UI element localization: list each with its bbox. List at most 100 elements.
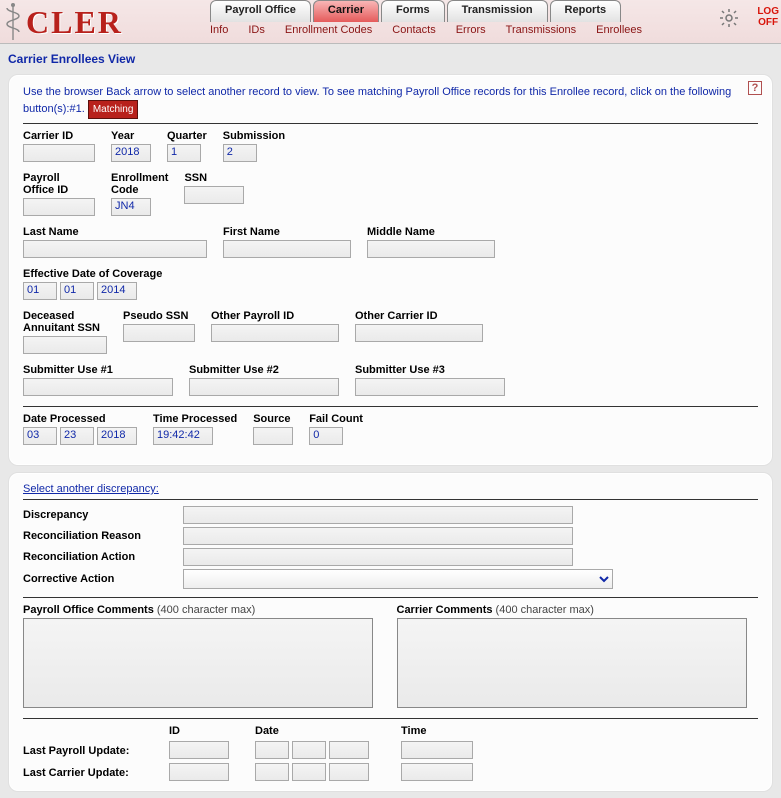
tab-forms[interactable]: Forms (381, 0, 445, 22)
dp-yyyy-field[interactable]: 2018 (97, 427, 137, 445)
source-field[interactable] (253, 427, 293, 445)
eff-yyyy-field[interactable]: 2014 (97, 282, 137, 300)
subtab-info[interactable]: Info (210, 24, 228, 36)
eff-mm-field[interactable]: 01 (23, 282, 57, 300)
lbl-last-carrier: Last Carrier Update: (23, 765, 163, 779)
sub3-field[interactable] (355, 378, 505, 396)
hdr-id: ID (169, 725, 249, 737)
tab-carrier[interactable]: Carrier (313, 0, 379, 22)
lbl-deceased-ssn: Deceased Annuitant SSN (23, 310, 107, 334)
sub1-field[interactable] (23, 378, 173, 396)
app-name: CLER (26, 4, 123, 41)
lbl-discrepancy: Discrepancy (23, 509, 183, 521)
divider (23, 406, 758, 407)
sub2-field[interactable] (189, 378, 339, 396)
tab-transmission[interactable]: Transmission (447, 0, 548, 22)
quarter-field[interactable]: 1 (167, 144, 201, 162)
rec-reason-field[interactable] (183, 527, 573, 545)
other-carrier-field[interactable] (355, 324, 483, 342)
enrollment-code-field[interactable]: JN4 (111, 198, 151, 216)
lbl-other-carrier: Other Carrier ID (355, 310, 483, 322)
carrier-id-field[interactable] (23, 144, 95, 162)
dp-dd-field[interactable]: 23 (60, 427, 94, 445)
sub-tabs: Info IDs Enrollment Codes Contacts Error… (210, 24, 642, 36)
lc-d2[interactable] (292, 763, 326, 781)
page-title: Carrier Enrollees View (0, 44, 781, 68)
lp-time-field[interactable] (401, 741, 473, 759)
lbl-sub2: Submitter Use #2 (189, 364, 339, 376)
carrier-comments-textarea[interactable] (397, 618, 747, 708)
po-comments-textarea[interactable] (23, 618, 373, 708)
lbl-fail-count: Fail Count (309, 413, 363, 425)
lbl-rec-action: Reconciliation Action (23, 551, 183, 563)
lc-id-field[interactable] (169, 763, 229, 781)
lbl-carrier-id: Carrier ID (23, 130, 95, 142)
lc-d3[interactable] (329, 763, 369, 781)
lp-id-field[interactable] (169, 741, 229, 759)
subtab-enrollees[interactable]: Enrollees (596, 24, 642, 36)
subtab-enrollment-codes[interactable]: Enrollment Codes (285, 24, 372, 36)
submission-field[interactable]: 2 (223, 144, 257, 162)
year-field[interactable]: 2018 (111, 144, 151, 162)
lbl-ssn: SSN (184, 172, 244, 184)
lbl-sub1: Submitter Use #1 (23, 364, 173, 376)
gear-icon[interactable] (719, 8, 739, 34)
lbl-payroll-office-id: Payroll Office ID (23, 172, 95, 196)
lp-d2[interactable] (292, 741, 326, 759)
lp-d1[interactable] (255, 741, 289, 759)
lbl-date-proc: Date Processed (23, 413, 137, 425)
lbl-time-proc: Time Processed (153, 413, 237, 425)
lbl-po-comments: Payroll Office Comments (400 character m… (23, 604, 385, 616)
payroll-office-id-field[interactable] (23, 198, 95, 216)
logoff-button[interactable]: LOG OFF (757, 6, 779, 28)
lc-d1[interactable] (255, 763, 289, 781)
time-proc-field[interactable]: 19:42:42 (153, 427, 213, 445)
matching-button[interactable]: Matching (88, 100, 139, 119)
help-icon[interactable]: ? (748, 81, 762, 95)
discrepancy-card: Select another discrepancy: Discrepancy … (8, 472, 773, 792)
lbl-source: Source (253, 413, 293, 425)
middle-name-field[interactable] (367, 240, 495, 258)
update-footer: ID Date Time Last Payroll Update: Last C… (23, 725, 758, 781)
pseudo-ssn-field[interactable] (123, 324, 195, 342)
last-name-field[interactable] (23, 240, 207, 258)
lp-d3[interactable] (329, 741, 369, 759)
other-payroll-field[interactable] (211, 324, 339, 342)
lbl-quarter: Quarter (167, 130, 207, 142)
lbl-carrier-comments: Carrier Comments (400 character max) (397, 604, 759, 616)
lbl-enrollment-code: Enrollment Code (111, 172, 168, 196)
rec-action-field[interactable] (183, 548, 573, 566)
corrective-select[interactable] (183, 569, 613, 589)
subtab-contacts[interactable]: Contacts (392, 24, 435, 36)
lbl-eff-date: Effective Date of Coverage (23, 268, 162, 280)
lbl-first-name: First Name (223, 226, 351, 238)
select-discrepancy-link[interactable]: Select another discrepancy: (23, 483, 159, 495)
dp-mm-field[interactable]: 03 (23, 427, 57, 445)
hdr-date: Date (255, 725, 395, 737)
discrepancy-field[interactable] (183, 506, 573, 524)
lbl-last-payroll: Last Payroll Update: (23, 743, 163, 757)
subtab-transmissions[interactable]: Transmissions (506, 24, 577, 36)
lbl-other-payroll: Other Payroll ID (211, 310, 339, 322)
fail-count-field[interactable]: 0 (309, 427, 343, 445)
divider (23, 718, 758, 719)
instruction-text: Use the browser Back arrow to select ano… (23, 85, 758, 119)
subtab-errors[interactable]: Errors (456, 24, 486, 36)
tab-payroll-office[interactable]: Payroll Office (210, 0, 311, 22)
lbl-pseudo-ssn: Pseudo SSN (123, 310, 195, 322)
first-name-field[interactable] (223, 240, 351, 258)
divider (23, 597, 758, 598)
lbl-sub3: Submitter Use #3 (355, 364, 505, 376)
lbl-year: Year (111, 130, 151, 142)
deceased-ssn-field[interactable] (23, 336, 107, 354)
topbar: CLER Payroll Office Carrier Forms Transm… (0, 0, 781, 44)
lc-time-field[interactable] (401, 763, 473, 781)
eff-dd-field[interactable]: 01 (60, 282, 94, 300)
main-tabs: Payroll Office Carrier Forms Transmissio… (210, 0, 623, 22)
caduceus-icon (4, 2, 22, 42)
divider (23, 123, 758, 124)
hdr-time: Time (401, 725, 491, 737)
ssn-field[interactable] (184, 186, 244, 204)
subtab-ids[interactable]: IDs (248, 24, 265, 36)
tab-reports[interactable]: Reports (550, 0, 622, 22)
